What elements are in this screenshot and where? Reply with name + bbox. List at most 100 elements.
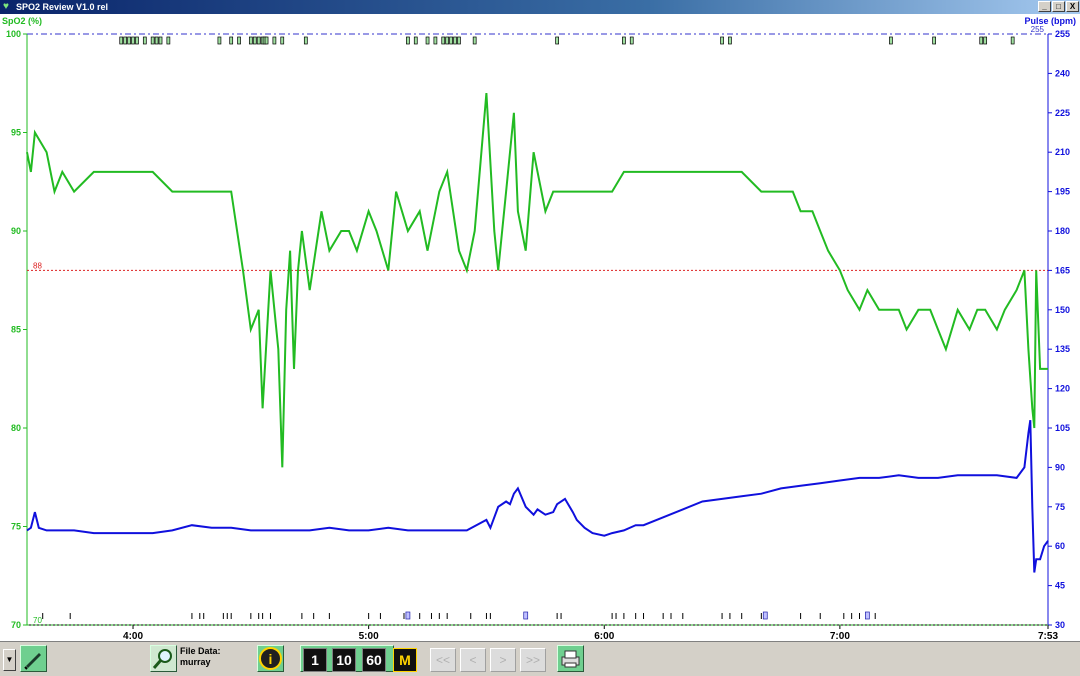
scale-1-button[interactable]: 1 [303,648,327,672]
top-event-marker [433,36,438,45]
top-event-marker [979,36,984,45]
right-tick-label: 75 [1055,502,1065,512]
top-event-marker [127,36,131,45]
right-tick-label: 120 [1055,384,1070,394]
bottom-event-box [762,611,768,620]
top-event-marker [123,36,128,45]
top-event-marker [158,36,163,45]
top-event-marker [280,36,285,45]
next-page-button[interactable]: > [490,648,516,672]
heart-icon: ♥ [3,1,9,12]
top-event-marker [441,36,446,45]
printer-icon [561,650,580,668]
right-tick-label: 225 [1055,108,1070,118]
dropdown-arrow-button[interactable]: ▼ [3,649,16,671]
info-button[interactable]: i [257,645,284,672]
top-event-marker [449,36,453,45]
right-tick-label: 195 [1055,187,1070,197]
top-event-marker [142,36,147,45]
top-event-marker [252,36,257,45]
right-tick-label: 165 [1055,265,1070,275]
top-event-marker [472,36,477,45]
x-tick-label: 4:00 [123,631,143,641]
right-tick-label: 180 [1055,226,1070,236]
last-page-button[interactable]: >> [520,648,546,672]
top-event-marker [932,36,936,45]
top-event-marker [983,36,988,45]
left-tick-label: 100 [6,29,21,39]
top-event-marker [131,36,135,45]
window-title: SPO2 Review V1.0 rel [16,2,109,12]
file-data-label: File Data: [180,646,221,656]
threshold-label: 255 [1031,25,1045,34]
top-event-marker [119,36,124,45]
left-axis-label: SpO2 (%) [2,16,42,26]
top-event-marker [272,36,277,45]
bottom-toolbar: ▼ File Data: murray i 1 10 60 M << < > >… [0,641,1080,676]
top-event-marker [453,36,457,45]
top-event-marker [622,36,626,45]
top-event-marker [413,36,418,45]
right-tick-label: 105 [1055,423,1070,433]
scale-m-button[interactable]: M [393,648,417,672]
left-tick-label: 90 [11,226,21,236]
spo2-series-line [26,93,1048,468]
right-tick-label: 135 [1055,344,1070,354]
top-event-marker [154,36,159,45]
x-tick-label: 7:53 [1038,631,1058,641]
bottom-event-box [523,611,529,620]
left-tick-label: 75 [11,522,21,532]
top-event-marker [256,36,261,45]
top-event-marker [229,36,234,45]
x-tick-label: 7:00 [830,631,850,641]
top-event-marker [457,36,461,45]
info-icon: i [259,647,282,670]
bottom-event-box [405,611,411,620]
bottom-event-box [865,611,870,620]
x-tick-label: 5:00 [359,631,379,641]
top-event-marker [728,36,732,45]
previous-page-button[interactable]: < [460,648,486,672]
right-tick-label: 210 [1055,147,1070,157]
file-data-value: murray [180,657,211,667]
right-tick-label: 90 [1055,462,1065,472]
top-event-marker [237,36,241,45]
right-tick-label: 45 [1055,581,1065,591]
top-event-marker [303,36,308,45]
top-event-marker [629,36,634,45]
left-tick-label: 70 [11,620,21,630]
spo2-pulse-chart: SpO2 (%) Pulse (bpm)100959085807570255240… [2,16,1076,641]
scale-10-button[interactable]: 10 [332,648,356,672]
right-tick-label: 240 [1055,68,1070,78]
right-tick-label: 255 [1055,29,1070,39]
edit-tool-button[interactable] [20,645,47,672]
maximize-button[interactable]: □ [1052,1,1065,12]
top-event-marker [166,36,171,45]
top-event-marker [135,36,139,45]
file-data-info: File Data: murray [180,646,221,668]
file-search-button[interactable] [150,645,177,672]
title-bar: ♥ SPO2 Review V1.0 rel _ □ X [0,0,1080,14]
minimize-button[interactable]: _ [1038,1,1051,12]
print-button[interactable] [557,645,584,672]
x-tick-label: 6:00 [594,631,614,641]
top-event-marker [720,36,724,45]
top-event-marker [555,36,559,45]
right-tick-label: 60 [1055,541,1065,551]
first-page-button[interactable]: << [430,648,456,672]
top-event-marker [248,36,253,45]
top-event-marker [406,36,410,45]
threshold-label: 70 [33,616,42,625]
top-event-marker [264,36,269,45]
close-button[interactable]: X [1066,1,1079,12]
left-tick-label: 95 [11,128,21,138]
left-tick-label: 85 [11,325,21,335]
top-event-marker [425,36,430,45]
top-event-marker [445,36,450,45]
top-event-marker [1010,36,1015,45]
right-tick-label: 30 [1055,620,1065,630]
scale-60-button[interactable]: 60 [362,648,386,672]
left-tick-label: 80 [11,423,21,433]
threshold-label: 88 [33,261,42,270]
pulse-series-line [26,419,1049,573]
